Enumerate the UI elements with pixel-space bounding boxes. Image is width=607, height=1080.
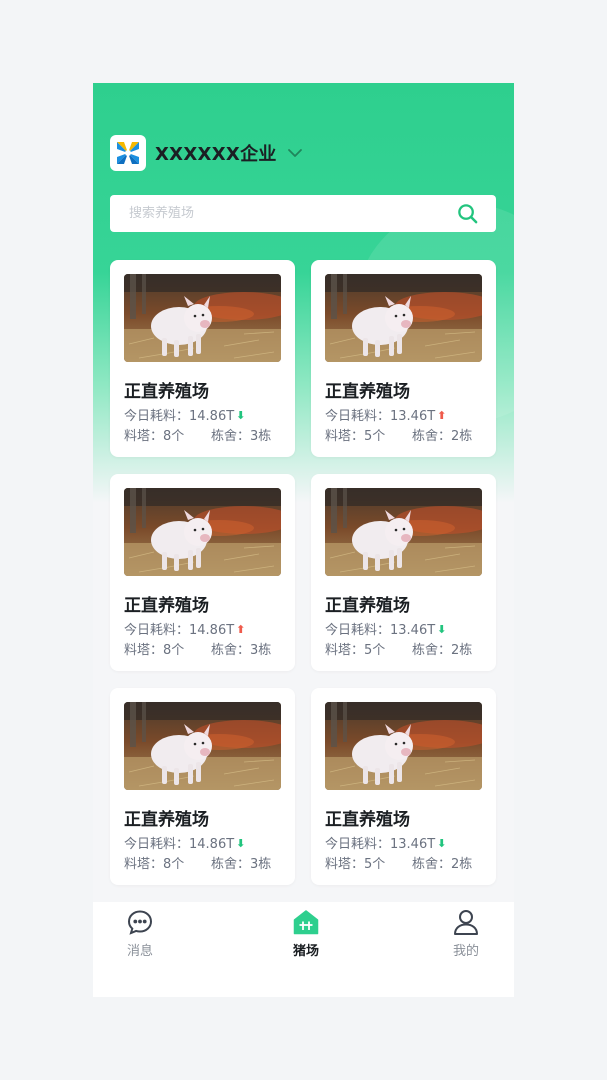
tab-profile[interactable]: 我的 bbox=[431, 908, 501, 959]
chevron-down-icon[interactable] bbox=[285, 143, 305, 163]
farm-card[interactable]: 正直养殖场 今日耗料：14.86T ⬇ 料塔：8个 栋舍：3栋 bbox=[110, 260, 295, 457]
farm-barns: 栋舍：2栋 bbox=[412, 857, 473, 872]
farm-card[interactable]: 正直养殖场 今日耗料：14.86T ⬆ 料塔：8个 栋舍：3栋 bbox=[110, 474, 295, 671]
farm-towers: 料塔：5个 bbox=[325, 643, 386, 658]
search-icon[interactable] bbox=[456, 202, 479, 225]
farm-barns: 栋舍：2栋 bbox=[412, 643, 473, 658]
arrow-down-icon: ⬇ bbox=[437, 623, 447, 636]
user-icon bbox=[454, 910, 478, 935]
farm-name: 正直养殖场 bbox=[325, 810, 410, 830]
arrow-down-icon: ⬇ bbox=[236, 837, 246, 850]
farm-consumption: 今日耗料：13.46T bbox=[325, 837, 436, 852]
farm-barns: 栋舍：3栋 bbox=[211, 643, 272, 658]
farm-consumption: 今日耗料：14.86T bbox=[124, 623, 235, 638]
search-bar bbox=[110, 195, 496, 232]
farm-card[interactable]: 正直养殖场 今日耗料：14.86T ⬇ 料塔：8个 栋舍：3栋 bbox=[110, 688, 295, 885]
company-logo bbox=[110, 135, 146, 171]
farm-barns: 栋舍：3栋 bbox=[211, 429, 272, 444]
farm-towers: 料塔：5个 bbox=[325, 857, 386, 872]
farm-card[interactable]: 正直养殖场 今日耗料：13.46T ⬇ 料塔：5个 栋舍：2栋 bbox=[311, 688, 496, 885]
farm-photo bbox=[124, 488, 281, 576]
farm-consumption: 今日耗料：13.46T bbox=[325, 623, 436, 638]
arrow-down-icon: ⬇ bbox=[437, 837, 447, 850]
company-name[interactable]: XXXXXX企业 bbox=[155, 140, 277, 166]
company-selector[interactable]: XXXXXX企业 bbox=[110, 135, 305, 171]
farm-photo bbox=[325, 702, 482, 790]
farm-photo bbox=[124, 274, 281, 362]
farm-name: 正直养殖场 bbox=[124, 810, 209, 830]
arrow-up-icon: ⬆ bbox=[236, 623, 246, 636]
bottom-tab-bar: 消息 猪场 我的 bbox=[93, 902, 514, 997]
message-icon bbox=[127, 910, 153, 935]
arrow-down-icon: ⬇ bbox=[236, 409, 246, 422]
search-input[interactable] bbox=[127, 205, 451, 222]
farm-consumption: 今日耗料：13.46T bbox=[325, 409, 436, 424]
farm-towers: 料塔：5个 bbox=[325, 429, 386, 444]
arrow-up-icon: ⬆ bbox=[437, 409, 447, 422]
farm-consumption: 今日耗料：14.86T bbox=[124, 409, 235, 424]
farm-card[interactable]: 正直养殖场 今日耗料：13.46T ⬆ 料塔：5个 栋舍：2栋 bbox=[311, 260, 496, 457]
company-logo-icon bbox=[117, 142, 139, 164]
farm-icon bbox=[293, 910, 319, 935]
farm-towers: 料塔：8个 bbox=[124, 429, 185, 444]
farm-name: 正直养殖场 bbox=[124, 596, 209, 616]
farm-towers: 料塔：8个 bbox=[124, 643, 185, 658]
farm-barns: 栋舍：2栋 bbox=[412, 429, 473, 444]
app-screen: XXXXXX企业 搜索养殖场 正直养殖场 今日耗料：14.86T ⬇ 料塔：8个… bbox=[93, 83, 514, 997]
farm-photo bbox=[325, 274, 482, 362]
tab-label: 消息 bbox=[126, 944, 153, 959]
farm-photo bbox=[325, 488, 482, 576]
farm-name: 正直养殖场 bbox=[124, 382, 209, 402]
farm-name: 正直养殖场 bbox=[325, 382, 410, 402]
tab-farms[interactable]: 猪场 bbox=[271, 908, 341, 959]
tab-label: 猪场 bbox=[292, 944, 319, 959]
farm-photo bbox=[124, 702, 281, 790]
tab-label: 我的 bbox=[452, 944, 479, 959]
farm-barns: 栋舍：3栋 bbox=[211, 857, 272, 872]
farm-card[interactable]: 正直养殖场 今日耗料：13.46T ⬇ 料塔：5个 栋舍：2栋 bbox=[311, 474, 496, 671]
tab-messages[interactable]: 消息 bbox=[105, 908, 175, 959]
farm-consumption: 今日耗料：14.86T bbox=[124, 837, 235, 852]
farm-name: 正直养殖场 bbox=[325, 596, 410, 616]
farm-towers: 料塔：8个 bbox=[124, 857, 185, 872]
